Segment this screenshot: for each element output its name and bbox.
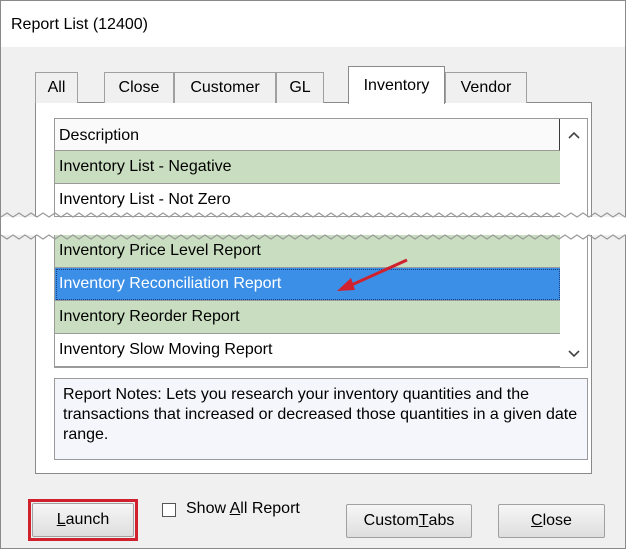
report-list[interactable]: Description Inventory List - Negative In… bbox=[54, 118, 588, 368]
tab-inventory-label: Inventory bbox=[363, 76, 430, 94]
tab-close-label: Close bbox=[118, 79, 160, 96]
torn-edge-divider bbox=[1, 212, 626, 240]
close-button[interactable]: Close bbox=[498, 504, 605, 538]
show-all-report-checkbox[interactable] bbox=[162, 503, 176, 517]
annotation-arrow-icon bbox=[337, 258, 408, 291]
window-title: Report List (12400) bbox=[11, 16, 148, 33]
chevron-down-icon[interactable] bbox=[560, 340, 587, 367]
tab-vendor-label: Vendor bbox=[460, 79, 512, 96]
show-all-report-label[interactable]: Show All Report bbox=[186, 500, 300, 518]
tab-close[interactable]: Close bbox=[104, 72, 174, 103]
tab-gl[interactable]: GL bbox=[276, 72, 324, 103]
tab-customer[interactable]: Customer bbox=[174, 72, 276, 103]
tab-gl-label: GL bbox=[289, 79, 311, 96]
column-header-description[interactable]: Description bbox=[55, 119, 561, 151]
tab-vendor[interactable]: Vendor bbox=[445, 72, 527, 103]
title-bar[interactable]: Report List (12400) bbox=[1, 1, 625, 47]
list-item-selected[interactable]: Inventory Reconciliation Report bbox=[55, 268, 561, 301]
tab-customer-label: Customer bbox=[190, 79, 260, 96]
launch-button[interactable]: Launch bbox=[32, 503, 134, 537]
tab-inventory[interactable]: Inventory bbox=[348, 66, 445, 104]
list-scrollbar[interactable] bbox=[560, 119, 587, 367]
tab-all[interactable]: All bbox=[35, 72, 78, 103]
list-item[interactable]: Inventory Reorder Report bbox=[55, 301, 561, 334]
report-list-window: Report List (12400) All Close Customer G… bbox=[0, 0, 626, 549]
list-item[interactable]: Inventory List - Negative bbox=[55, 151, 561, 184]
chevron-up-icon[interactable] bbox=[560, 121, 587, 148]
list-item[interactable]: Inventory Slow Moving Report bbox=[55, 334, 561, 367]
report-notes: Report Notes: Lets you research your inv… bbox=[54, 378, 588, 460]
custom-tabs-button[interactable]: Custom Tabs bbox=[346, 504, 472, 538]
tab-all-label: All bbox=[47, 79, 66, 96]
